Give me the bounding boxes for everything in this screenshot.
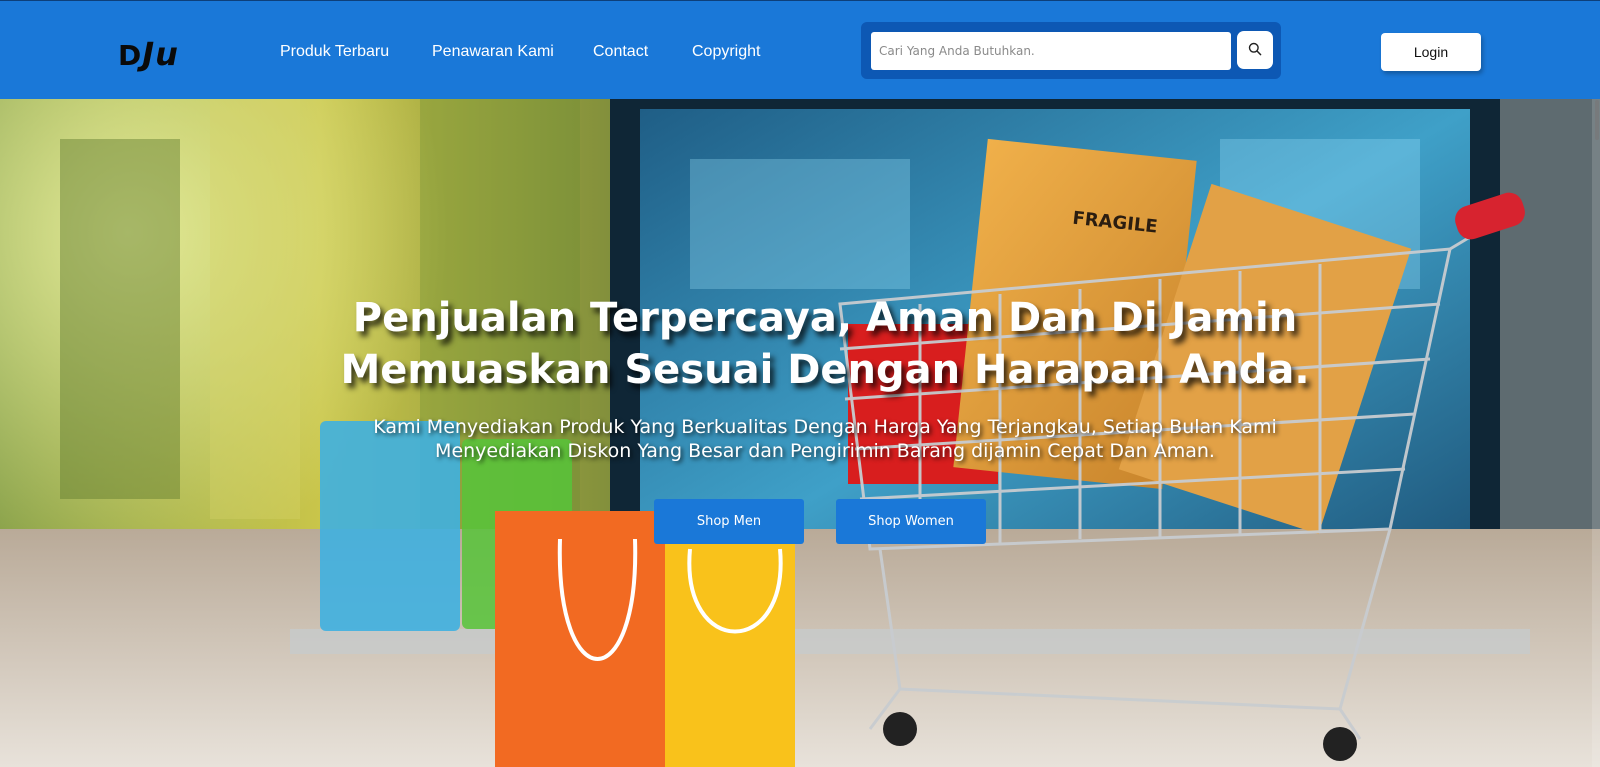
hero-subtitle: Kami Menyediakan Produk Yang Berkualitas… [340,415,1310,463]
nav-contact[interactable]: Contact [593,43,648,61]
scrollbar-thumb[interactable] [1595,100,1599,140]
search-input[interactable] [871,32,1231,70]
hero-subtitle-line1: Kami Menyediakan Produk Yang Berkualitas… [373,416,1277,438]
search-icon [1248,41,1262,60]
hero-subtitle-line2: Menyediakan Diskon Yang Besar dan Pengir… [435,440,1215,462]
shop-women-button[interactable]: Shop Women [836,499,986,544]
nav-copyright[interactable]: Copyright [692,43,760,61]
nav-produk-terbaru[interactable]: Produk Terbaru [280,43,389,61]
search-button[interactable] [1237,31,1273,69]
brand-logo[interactable]: DJu [118,35,179,73]
search-bar [861,22,1281,79]
shop-men-button[interactable]: Shop Men [654,499,804,544]
hero-title-line2: Memuaskan Sesuai Dengan Harapan Anda. [340,347,1310,393]
hero-title: Penjualan Terpercaya, Aman Dan Di Jamin … [300,292,1350,396]
brand-part2: Ju [142,35,179,73]
top-navbar: DJu Produk Terbaru Penawaran Kami Contac… [0,0,1600,99]
scrollbar-track[interactable] [1592,99,1600,767]
login-button[interactable]: Login [1381,33,1481,71]
brand-part1: D [118,39,143,72]
hero-title-line1: Penjualan Terpercaya, Aman Dan Di Jamin [352,295,1298,341]
hero-section: FRAGILE Penjualan Terpercaya, Aman Dan D… [0,99,1600,767]
nav-penawaran-kami[interactable]: Penawaran Kami [432,43,554,61]
